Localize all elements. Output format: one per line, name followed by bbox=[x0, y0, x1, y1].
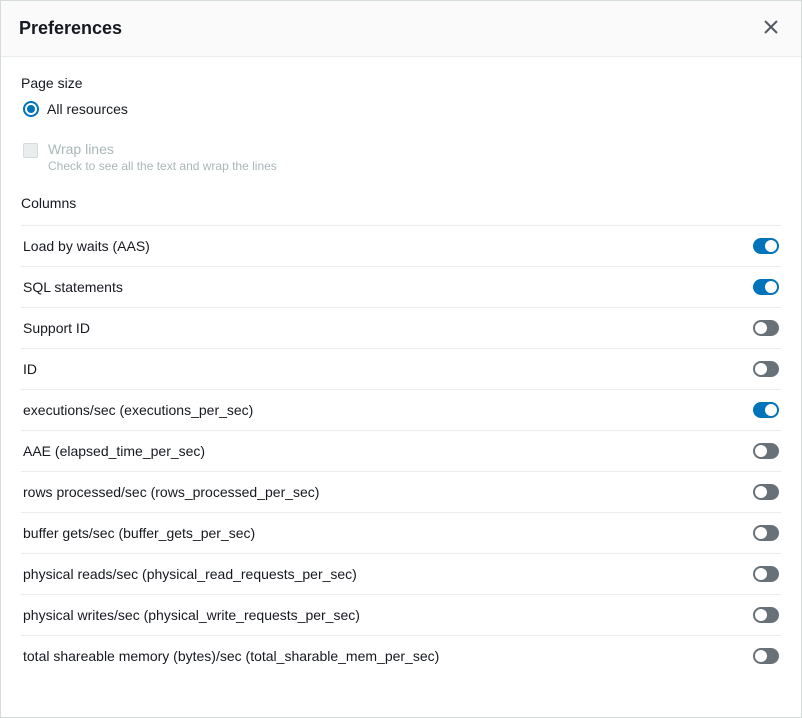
column-label: AAE (elapsed_time_per_sec) bbox=[23, 443, 205, 459]
checkbox-icon bbox=[23, 143, 38, 158]
toggle-knob-icon bbox=[765, 404, 777, 416]
toggle-knob-icon bbox=[755, 568, 767, 580]
toggle-knob-icon bbox=[765, 281, 777, 293]
column-label: ID bbox=[23, 361, 37, 377]
column-label: SQL statements bbox=[23, 279, 123, 295]
column-toggle[interactable] bbox=[753, 320, 779, 336]
radio-icon bbox=[23, 101, 39, 117]
toggle-knob-icon bbox=[755, 363, 767, 375]
column-label: rows processed/sec (rows_processed_per_s… bbox=[23, 484, 319, 500]
column-label: executions/sec (executions_per_sec) bbox=[23, 402, 253, 418]
toggle-knob-icon bbox=[755, 650, 767, 662]
close-icon bbox=[763, 19, 779, 38]
columns-label: Columns bbox=[21, 195, 781, 211]
page-size-option[interactable]: All resources bbox=[21, 101, 781, 117]
column-row: AAE (elapsed_time_per_sec) bbox=[21, 431, 781, 472]
column-label: buffer gets/sec (buffer_gets_per_sec) bbox=[23, 525, 255, 541]
wrap-lines-hint: Check to see all the text and wrap the l… bbox=[48, 159, 277, 173]
column-row: ID bbox=[21, 349, 781, 390]
modal-body: Page size All resources Wrap lines Check… bbox=[1, 57, 801, 717]
toggle-knob-icon bbox=[755, 486, 767, 498]
column-row: buffer gets/sec (buffer_gets_per_sec) bbox=[21, 513, 781, 554]
column-toggle[interactable] bbox=[753, 607, 779, 623]
column-row: total shareable memory (bytes)/sec (tota… bbox=[21, 636, 781, 676]
modal-title: Preferences bbox=[19, 18, 122, 39]
wrap-lines-label: Wrap lines bbox=[48, 141, 277, 157]
column-label: physical reads/sec (physical_read_reques… bbox=[23, 566, 357, 582]
column-toggle[interactable] bbox=[753, 279, 779, 295]
column-toggle[interactable] bbox=[753, 484, 779, 500]
column-row: rows processed/sec (rows_processed_per_s… bbox=[21, 472, 781, 513]
page-size-option-label: All resources bbox=[47, 101, 128, 117]
column-toggle[interactable] bbox=[753, 525, 779, 541]
column-toggle[interactable] bbox=[753, 648, 779, 664]
close-button[interactable] bbox=[759, 15, 783, 42]
column-label: Support ID bbox=[23, 320, 90, 336]
toggle-knob-icon bbox=[755, 445, 767, 457]
toggle-knob-icon bbox=[755, 609, 767, 621]
column-row: physical writes/sec (physical_write_requ… bbox=[21, 595, 781, 636]
toggle-knob-icon bbox=[755, 322, 767, 334]
toggle-knob-icon bbox=[765, 240, 777, 252]
column-toggle[interactable] bbox=[753, 361, 779, 377]
column-toggle[interactable] bbox=[753, 402, 779, 418]
column-toggle[interactable] bbox=[753, 443, 779, 459]
column-row: executions/sec (executions_per_sec) bbox=[21, 390, 781, 431]
modal-header: Preferences bbox=[1, 1, 801, 57]
column-row: SQL statements bbox=[21, 267, 781, 308]
column-row: Load by waits (AAS) bbox=[21, 226, 781, 267]
wrap-lines-text: Wrap lines Check to see all the text and… bbox=[48, 141, 277, 173]
column-list: Load by waits (AAS) SQL statements Support… bbox=[21, 225, 781, 676]
column-toggle[interactable] bbox=[753, 566, 779, 582]
column-row: Support ID bbox=[21, 308, 781, 349]
column-row: physical reads/sec (physical_read_reques… bbox=[21, 554, 781, 595]
preferences-modal: Preferences Page size All resources Wrap… bbox=[0, 0, 802, 718]
page-size-label: Page size bbox=[21, 75, 781, 91]
wrap-lines-option: Wrap lines Check to see all the text and… bbox=[21, 141, 781, 173]
column-toggle[interactable] bbox=[753, 238, 779, 254]
column-label: physical writes/sec (physical_write_requ… bbox=[23, 607, 360, 623]
column-label: total shareable memory (bytes)/sec (tota… bbox=[23, 648, 439, 664]
column-label: Load by waits (AAS) bbox=[23, 238, 150, 254]
toggle-knob-icon bbox=[755, 527, 767, 539]
